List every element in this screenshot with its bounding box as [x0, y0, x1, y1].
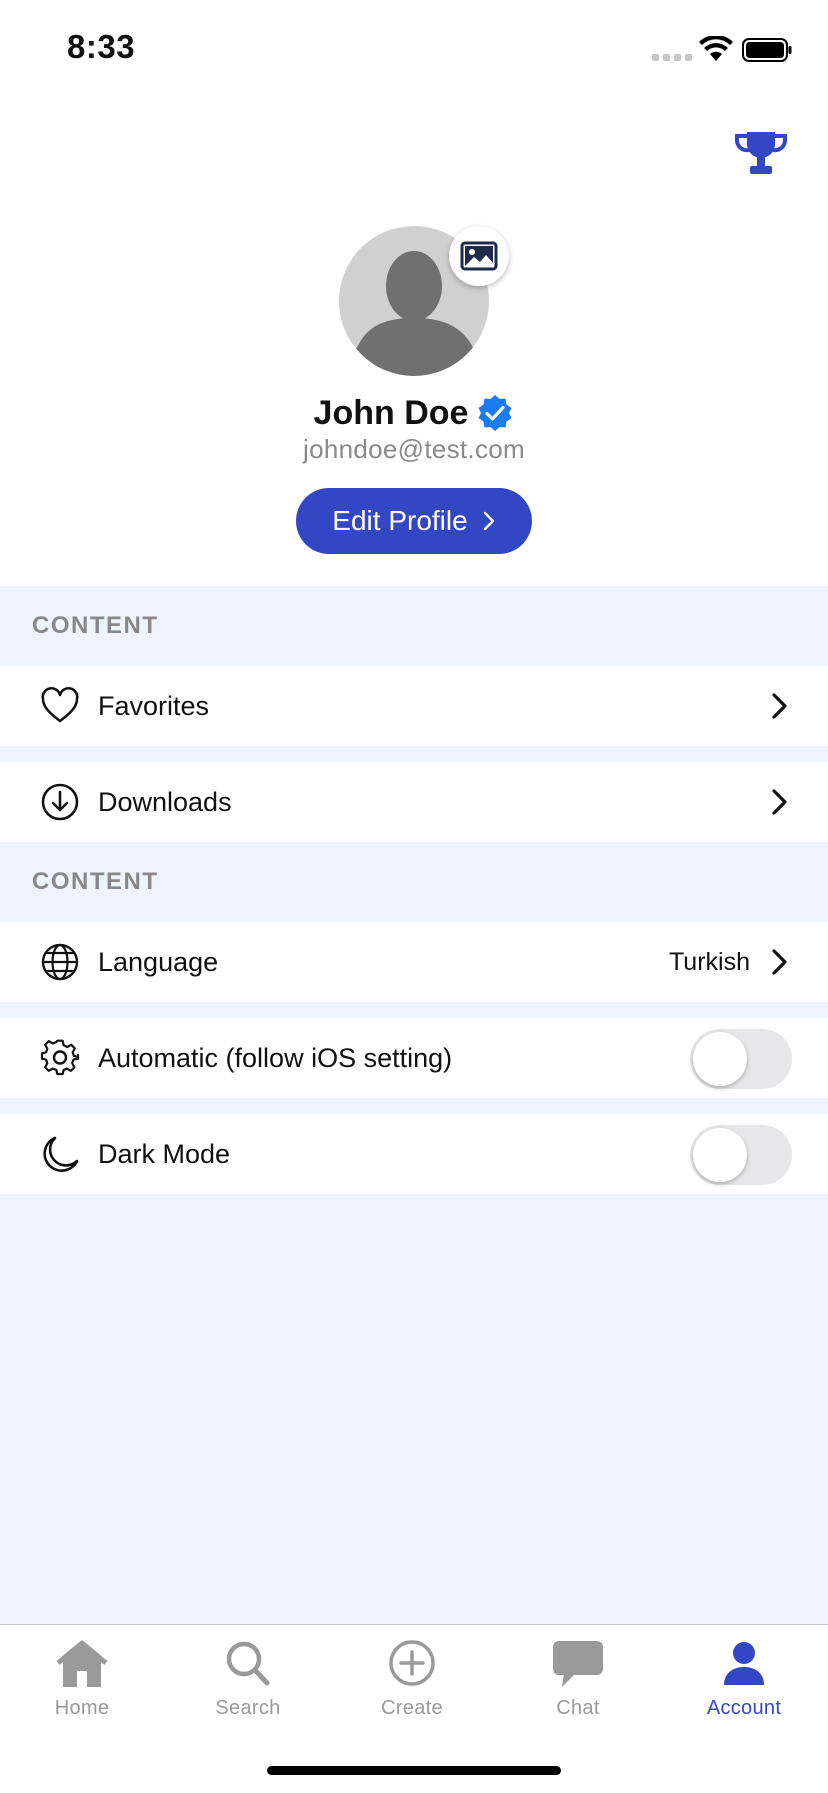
toggle-knob [693, 1128, 747, 1182]
tab-home[interactable]: Home [12, 1639, 152, 1739]
row-label: Automatic (follow iOS setting) [98, 1042, 453, 1073]
search-icon [226, 1641, 270, 1686]
row-dark-mode: Dark Mode [0, 1114, 828, 1194]
verified-badge-icon [478, 395, 512, 431]
chevron-right-icon [772, 949, 787, 975]
dark-mode-toggle[interactable] [690, 1125, 792, 1185]
gear-icon [40, 1039, 80, 1076]
edit-profile-label: Edit Profile [332, 505, 468, 536]
chevron-right-icon [772, 789, 787, 815]
automatic-theme-toggle[interactable] [690, 1029, 792, 1089]
tab-label: Create [381, 1697, 443, 1719]
profile-name-row: John Doe [0, 388, 828, 438]
tab-create[interactable]: Create [342, 1639, 482, 1739]
row-label: Favorites [98, 690, 210, 721]
row-language[interactable]: Language Turkish [0, 922, 828, 1002]
row-automatic-theme: Automatic (follow iOS setting) [0, 1018, 828, 1098]
battery-icon [742, 38, 792, 62]
row-label: Dark Mode [98, 1138, 231, 1169]
chevron-right-icon [483, 511, 494, 531]
status-time: 8:33 [67, 28, 136, 65]
tab-account[interactable]: Account [674, 1639, 814, 1739]
chevron-right-icon [772, 693, 787, 719]
tab-label: Account [706, 1697, 782, 1719]
plus-circle-icon [389, 1640, 435, 1686]
tab-label: Home [54, 1697, 110, 1719]
toggle-knob [693, 1032, 747, 1086]
wifi-icon [699, 36, 733, 61]
download-icon [41, 783, 79, 821]
home-icon [56, 1640, 108, 1687]
tab-search[interactable]: Search [178, 1639, 318, 1739]
home-indicator [267, 1766, 561, 1775]
edit-profile-button[interactable]: Edit Profile [296, 488, 532, 554]
row-label: Language [98, 946, 219, 977]
section-title: CONTENT [32, 612, 159, 639]
profile-header: 8:33 John Doe johndoe@test.com Edit Prof… [0, 0, 828, 586]
row-label: Downloads [98, 786, 232, 817]
person-icon [724, 1642, 764, 1685]
chat-icon [553, 1641, 603, 1687]
row-downloads[interactable]: Downloads [0, 762, 828, 842]
section-title: CONTENT [32, 868, 159, 895]
tab-chat[interactable]: Chat [508, 1639, 648, 1739]
profile-name: John Doe [313, 393, 469, 432]
tab-label: Chat [556, 1697, 600, 1719]
profile-email: johndoe@test.com [303, 434, 525, 464]
globe-icon [41, 943, 79, 981]
row-favorites[interactable]: Favorites [0, 666, 828, 746]
moon-icon [43, 1136, 79, 1172]
language-value: Turkish [668, 947, 750, 976]
change-photo-button[interactable] [449, 226, 509, 286]
heart-icon [41, 686, 79, 723]
tab-label: Search [215, 1697, 281, 1719]
image-icon [460, 241, 498, 271]
trophy-icon[interactable] [734, 130, 788, 176]
cellular-signal-icon [652, 54, 692, 61]
